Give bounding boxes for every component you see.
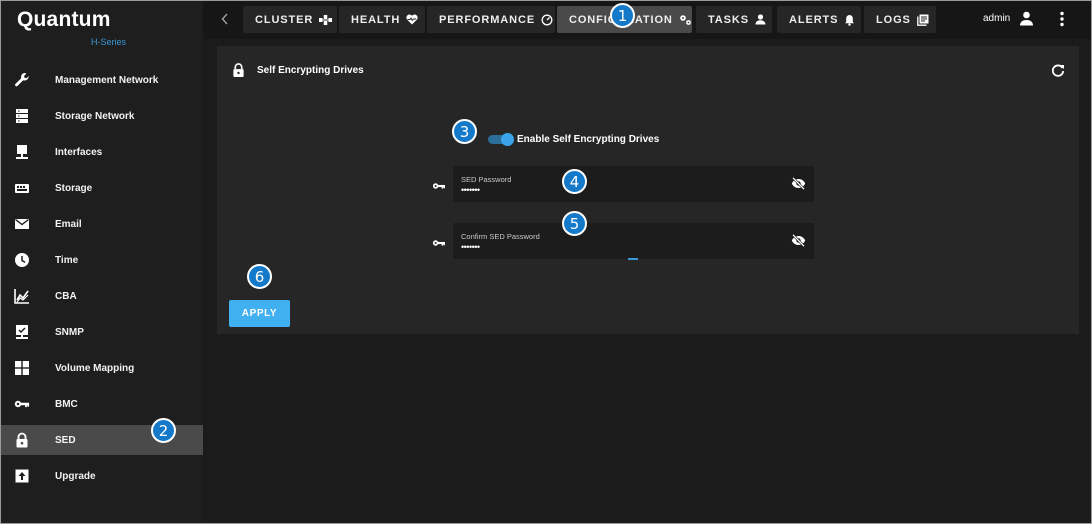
chevron-left-icon[interactable] (217, 9, 233, 29)
sidebar-item-time[interactable]: Time (1, 245, 203, 275)
heart-icon (406, 14, 418, 25)
sed-password-value: ••••••• (461, 185, 480, 195)
chart-icon (14, 288, 30, 304)
tab-performance[interactable]: PERFORMANCE (427, 6, 555, 33)
tab-alerts[interactable]: ALERTS (777, 6, 861, 33)
clock-icon (14, 252, 30, 268)
sidebar-item-label: Upgrade (55, 470, 96, 482)
sidebar-item-label: Management Network (55, 74, 159, 86)
refresh-icon[interactable] (1051, 64, 1065, 83)
top-navigation-bar: CLUSTER HEALTH PERFORMANCE CONFIGURATION (203, 1, 1091, 39)
cluster-icon (319, 14, 333, 25)
upload-icon (14, 468, 30, 484)
enable-sed-label: Enable Self Encrypting Drives (517, 134, 660, 145)
panel-title: Self Encrypting Drives (257, 65, 364, 76)
apply-button[interactable]: APPLY (229, 300, 290, 327)
key-icon (431, 179, 447, 197)
callout-badge: 2 (151, 418, 176, 443)
callout-badge: 5 (562, 211, 587, 236)
sidebar-item-volume-mapping[interactable]: Volume Mapping (1, 353, 203, 383)
confirm-sed-password-label: Confirm SED Password (461, 232, 540, 241)
sidebar-item-storage-network[interactable]: Storage Network (1, 101, 203, 131)
sidebar-item-label: Email (55, 218, 82, 230)
server-icon (14, 108, 30, 124)
sidebar-item-label: CBA (55, 290, 77, 302)
sidebar-item-upgrade[interactable]: Upgrade (1, 461, 203, 491)
sed-password-field[interactable]: SED Password ••••••• (453, 166, 814, 202)
monitor-icon (14, 144, 30, 160)
sidebar-item-management-network[interactable]: Management Network (1, 65, 203, 95)
sidebar: Quantum H-Series Management Network Stor… (1, 1, 203, 523)
lock-icon (14, 432, 30, 448)
logs-icon (916, 14, 929, 26)
callout-badge: 6 (247, 264, 272, 289)
snmp-icon (14, 324, 30, 340)
tab-logs[interactable]: LOGS (864, 6, 936, 33)
brand-logo: Quantum (17, 8, 111, 31)
callout-badge: 4 (562, 169, 587, 194)
tab-label: PERFORMANCE (439, 13, 536, 26)
key-icon (14, 396, 30, 412)
sidebar-item-label: Interfaces (55, 146, 103, 158)
more-vert-icon[interactable] (1059, 11, 1065, 32)
sidebar-item-storage[interactable]: Storage (1, 173, 203, 203)
person-icon (755, 14, 766, 25)
callout-badge: 3 (452, 119, 477, 144)
sidebar-item-interfaces[interactable]: Interfaces (1, 137, 203, 167)
callout-badge: 1 (610, 3, 635, 28)
sed-password-label: SED Password (461, 175, 512, 184)
tab-label: CLUSTER (255, 13, 314, 26)
toggle-thumb (501, 133, 514, 146)
sidebar-item-email[interactable]: Email (1, 209, 203, 239)
tab-cluster[interactable]: CLUSTER (243, 6, 337, 33)
sidebar-item-label: SNMP (55, 326, 84, 338)
sidebar-item-label: BMC (55, 398, 78, 410)
tab-label: ALERTS (789, 13, 839, 26)
sidebar-item-label: Storage (55, 182, 93, 194)
brand-series: H-Series (91, 37, 127, 47)
grid-icon (14, 360, 30, 376)
tab-health[interactable]: HEALTH (339, 6, 425, 33)
gears-icon (679, 14, 692, 26)
confirm-sed-password-field[interactable]: Confirm SED Password ••••••• (453, 223, 814, 259)
gauge-icon (541, 14, 553, 26)
sidebar-item-bmc[interactable]: BMC (1, 389, 203, 419)
visibility-off-icon[interactable] (791, 233, 806, 252)
sidebar-item-label: SED (55, 434, 76, 446)
bell-icon (844, 14, 855, 26)
storage-icon (14, 180, 30, 196)
sed-panel: Self Encrypting Drives Enable Self Encry… (217, 46, 1079, 334)
app-window: Quantum H-Series Management Network Stor… (0, 0, 1092, 524)
sidebar-item-label: Storage Network (55, 110, 135, 122)
sidebar-item-label: Volume Mapping (55, 362, 135, 374)
email-icon (14, 216, 30, 232)
key-icon (431, 236, 447, 254)
sidebar-item-label: Time (55, 254, 79, 266)
wrench-icon (14, 72, 30, 88)
tab-tasks[interactable]: TASKS (696, 6, 772, 33)
tab-label: LOGS (876, 13, 911, 26)
confirm-sed-password-value: ••••••• (461, 242, 480, 252)
username-label[interactable]: admin (983, 13, 1010, 24)
tab-label: TASKS (708, 13, 749, 26)
sidebar-item-snmp[interactable]: SNMP (1, 317, 203, 347)
person-icon[interactable] (1019, 11, 1034, 31)
visibility-off-icon[interactable] (791, 176, 806, 195)
enable-sed-toggle[interactable] (488, 133, 514, 146)
lock-icon (232, 62, 245, 83)
tab-label: HEALTH (351, 13, 401, 26)
field-focus-indicator (628, 258, 638, 260)
sidebar-item-cba[interactable]: CBA (1, 281, 203, 311)
